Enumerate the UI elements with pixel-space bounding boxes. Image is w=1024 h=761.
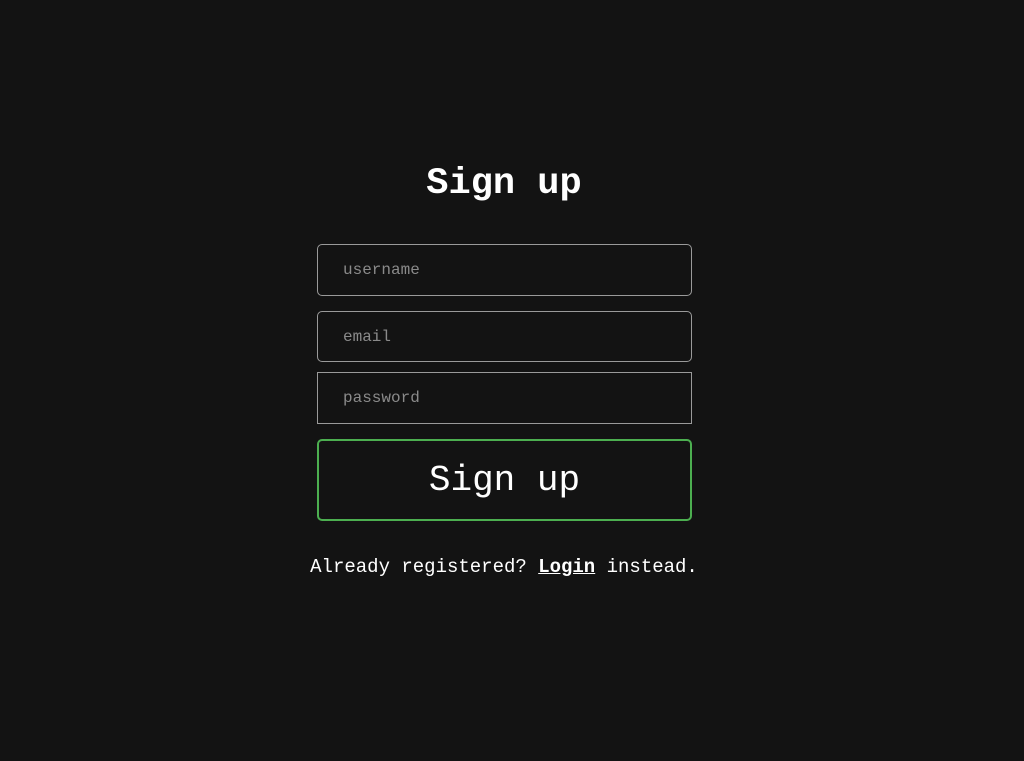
- login-link[interactable]: Login: [538, 556, 595, 578]
- username-field[interactable]: [317, 244, 692, 296]
- password-field[interactable]: [317, 372, 692, 424]
- email-field[interactable]: [317, 311, 692, 362]
- sign-up-button[interactable]: Sign up: [317, 439, 692, 521]
- page-title: Sign up: [426, 163, 582, 205]
- login-prompt-suffix: instead.: [595, 556, 698, 578]
- login-prompt-prefix: Already registered?: [310, 556, 539, 578]
- login-prompt: Already registered? Login instead.: [0, 555, 1008, 579]
- signup-container: Sign up Sign up Already registered? Logi…: [0, 0, 1024, 761]
